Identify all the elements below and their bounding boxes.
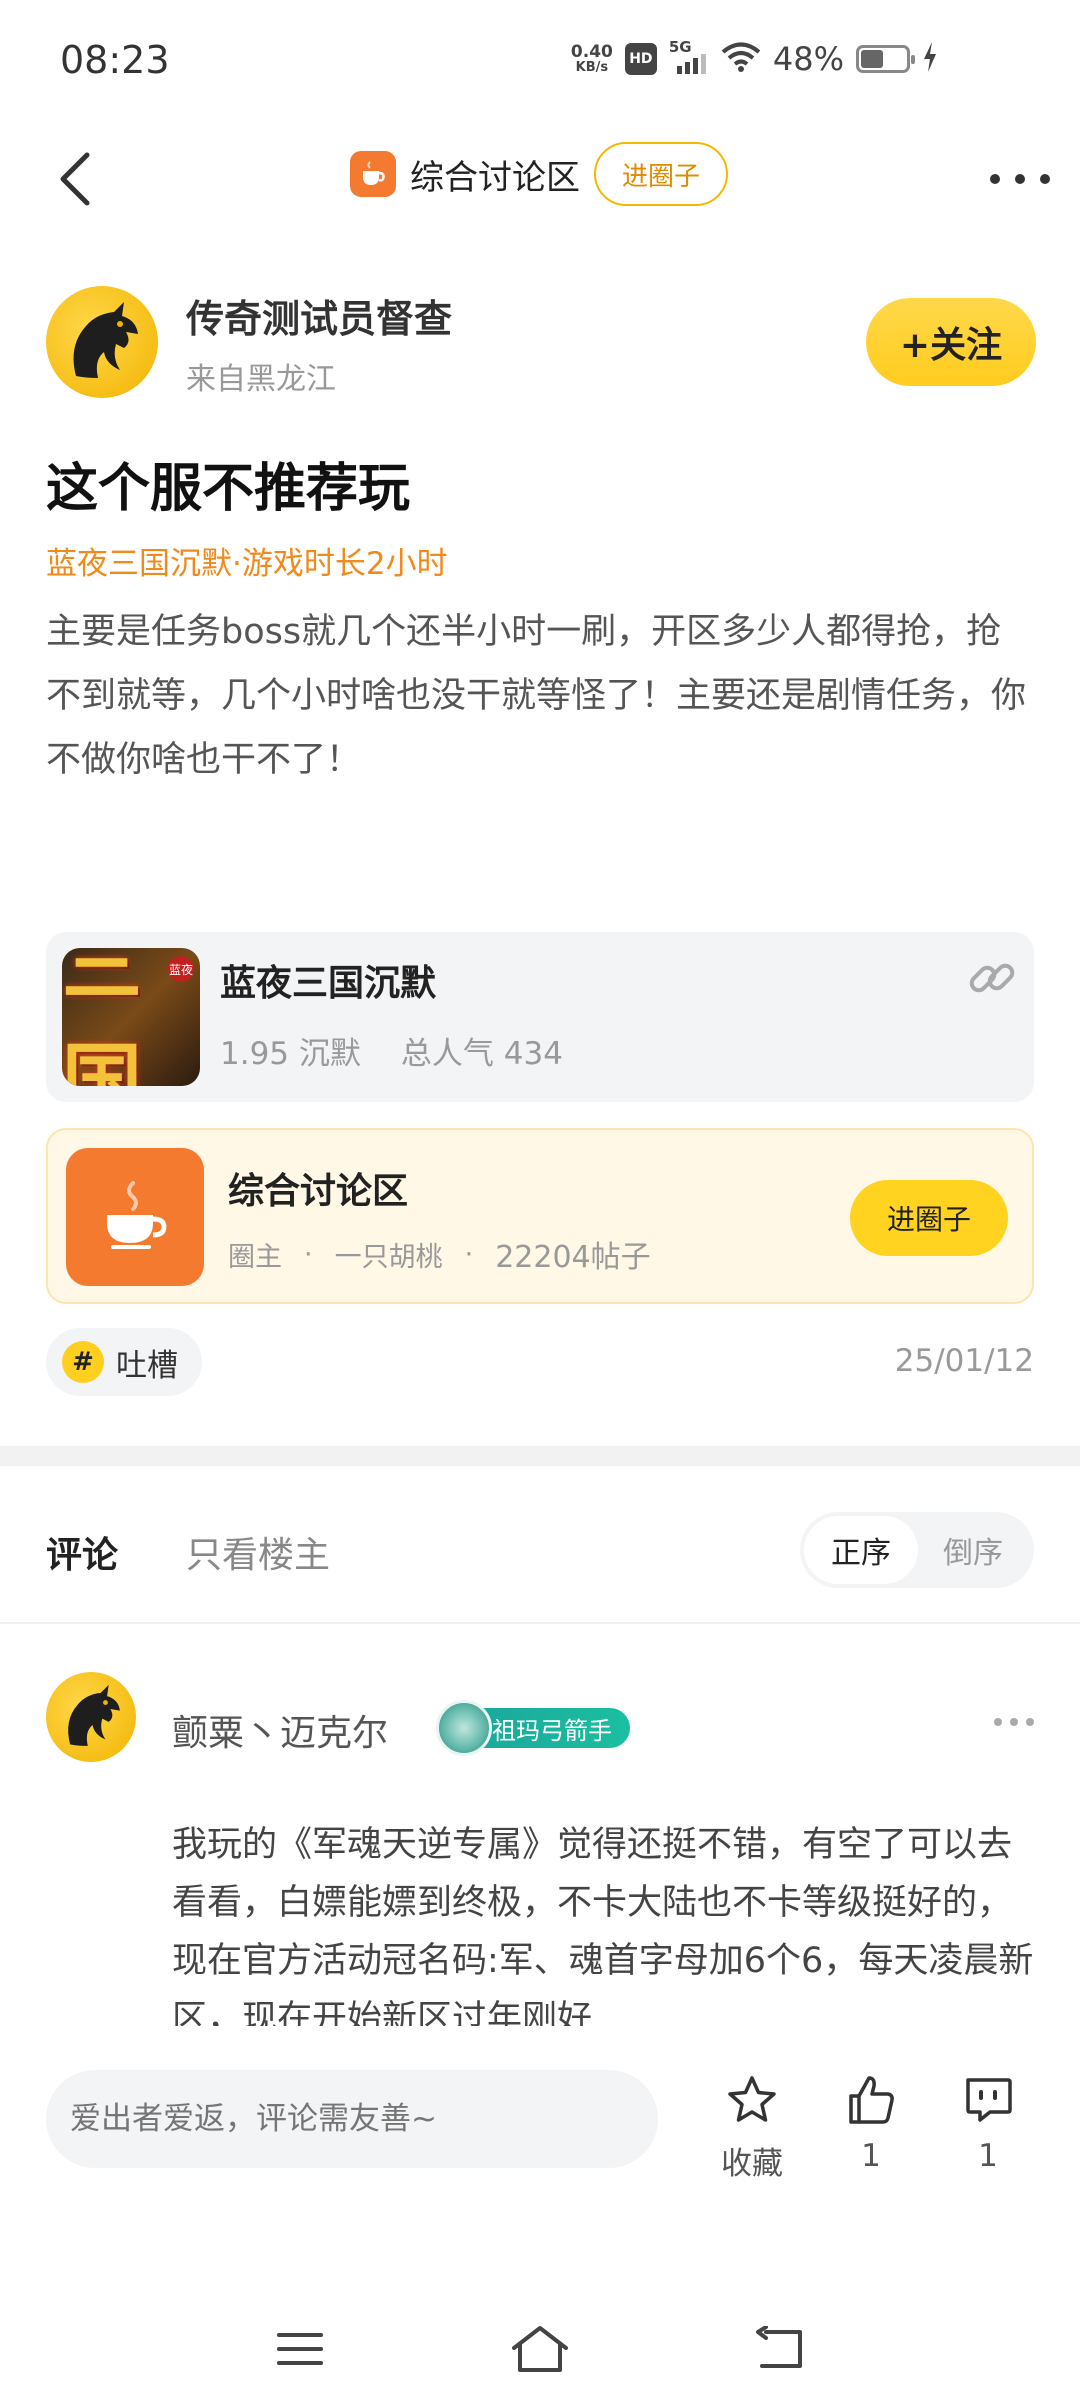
top-header: 综合讨论区 进圈子: [0, 124, 1080, 234]
author-location: 来自黑龙江: [186, 362, 336, 397]
favorite-label: 收藏: [721, 2146, 783, 2182]
commenter-avatar[interactable]: [46, 1672, 136, 1762]
cup-icon: [350, 151, 396, 197]
meta-separator: ·: [464, 1238, 474, 1270]
charging-icon: [922, 42, 938, 76]
more-dots-icon: [994, 1718, 1002, 1726]
post-date: 25/01/12: [894, 1343, 1034, 1379]
header-circle-name: 综合讨论区: [410, 157, 580, 198]
tabs-divider: [0, 1622, 1080, 1624]
nav-home-button[interactable]: [505, 2314, 575, 2384]
net-speed-unit: KB/s: [575, 59, 609, 75]
more-dots-icon: [990, 174, 1000, 184]
net-speed-value: 0.40: [570, 41, 613, 62]
game-name: 蓝夜三国沉默: [220, 963, 437, 1004]
system-nav-bar: [0, 2290, 1080, 2408]
post-game-meta: 蓝夜三国沉默·游戏时长2小时: [46, 546, 448, 582]
sort-ascending-button[interactable]: 正序: [804, 1516, 918, 1584]
circle-name: 综合讨论区: [228, 1171, 409, 1212]
like-count: 1: [861, 2138, 881, 2174]
back-arrow-icon: [60, 152, 90, 206]
status-bar: 08:23 0.40 KB/s HD 5G 48%: [0, 0, 1080, 124]
status-icons: 0.40 KB/s HD 5G 48%: [570, 38, 938, 78]
game-icon: 三国 蓝夜: [62, 948, 200, 1086]
more-options-button[interactable]: [990, 154, 1050, 204]
home-icon: [512, 2326, 568, 2372]
enter-circle-button[interactable]: 进圈子: [594, 142, 729, 206]
star-icon: [728, 2076, 776, 2122]
comment-icon: [966, 2078, 1012, 2122]
game-stats: 1.95 沉默 总人气 434: [220, 1028, 563, 1073]
commenter-badge: 祖玛弓箭手: [436, 1700, 630, 1756]
join-circle-button[interactable]: 进圈子: [850, 1180, 1008, 1256]
circle-post-count: 22204帖子: [495, 1240, 651, 1275]
circle-card[interactable]: 综合讨论区 圈主 · 一只胡桃 · 22204帖子 进圈子: [46, 1128, 1034, 1304]
comment-tabs: 评论 只看楼主 正序 倒序: [46, 1512, 1034, 1588]
back-button[interactable]: [40, 144, 110, 214]
comment-count: 1: [978, 2138, 998, 2174]
nav-menu-button[interactable]: [265, 2314, 335, 2384]
section-divider: [0, 1446, 1080, 1466]
post-title: 这个服不推荐玩: [46, 459, 411, 519]
commenter-name[interactable]: 颤粟丶迈克尔: [172, 1704, 388, 1756]
comment-button[interactable]: 1: [933, 2072, 1043, 2174]
game-icon-badge: 蓝夜: [168, 956, 194, 982]
comment-text: 我玩的《军魂天逆专属》觉得还挺不错，有空了可以去看看，白嫖能嫖到终极，不卡大陆也…: [172, 1825, 1034, 2026]
back-icon: [756, 2326, 802, 2368]
menu-icon: [277, 2333, 323, 2365]
sort-toggle: 正序 倒序: [800, 1512, 1034, 1588]
circle-header[interactable]: 综合讨论区 进圈子: [350, 142, 729, 206]
hd-icon: HD: [624, 43, 657, 75]
author-name[interactable]: 传奇测试员督查: [186, 288, 452, 343]
game-card[interactable]: 三国 蓝夜 蓝夜三国沉默 1.95 沉默 总人气 434: [46, 932, 1034, 1102]
tab-owner-only[interactable]: 只看楼主: [186, 1526, 330, 1578]
favorite-button[interactable]: 收藏: [697, 2072, 807, 2183]
circle-owner-label: 圈主: [228, 1241, 282, 1273]
cup-icon: [66, 1148, 204, 1286]
topic-tag[interactable]: # 吐槽: [46, 1328, 202, 1396]
badge-emblem-icon: [436, 1700, 492, 1756]
post-author: 传奇测试员督查 来自黑龙江 +关注: [46, 282, 1036, 402]
follow-button[interactable]: +关注: [866, 298, 1036, 386]
topic-tag-label: 吐槽: [116, 1347, 178, 1384]
comment-input[interactable]: [46, 2070, 658, 2168]
signal-icon: 5G: [669, 38, 709, 76]
battery-percent: 48%: [772, 40, 844, 78]
hash-icon: #: [62, 1341, 104, 1383]
sort-descending-button[interactable]: 倒序: [916, 1516, 1030, 1584]
net-speed: 0.40 KB/s: [570, 41, 613, 75]
tab-comments[interactable]: 评论: [46, 1526, 118, 1578]
game-popularity: 总人气 434: [400, 1036, 563, 1072]
battery-icon: [856, 45, 915, 73]
wifi-icon: [721, 41, 761, 77]
commenter-badge-label: 祖玛弓箭手: [492, 1716, 612, 1745]
post-body: 主要是任务boss就几个还半小时一刷，开区多少人都得抢，抢不到就等，几个小时啥也…: [46, 612, 1027, 780]
circle-owner-name: 一只胡桃: [334, 1241, 443, 1273]
author-avatar[interactable]: [46, 286, 158, 398]
thumbs-up-icon: [849, 2076, 894, 2124]
status-time: 08:23: [60, 38, 170, 82]
bottom-action-bar: 收藏 1 1: [0, 2030, 1080, 2210]
nav-back-button[interactable]: [745, 2314, 815, 2384]
link-icon[interactable]: [964, 950, 1020, 1006]
like-button[interactable]: 1: [816, 2072, 926, 2174]
meta-separator: ·: [304, 1238, 313, 1270]
circle-meta: 圈主 · 一只胡桃 · 22204帖子: [228, 1232, 651, 1276]
game-version: 1.95 沉默: [220, 1036, 361, 1072]
comment-more-button[interactable]: [994, 1718, 1034, 1730]
